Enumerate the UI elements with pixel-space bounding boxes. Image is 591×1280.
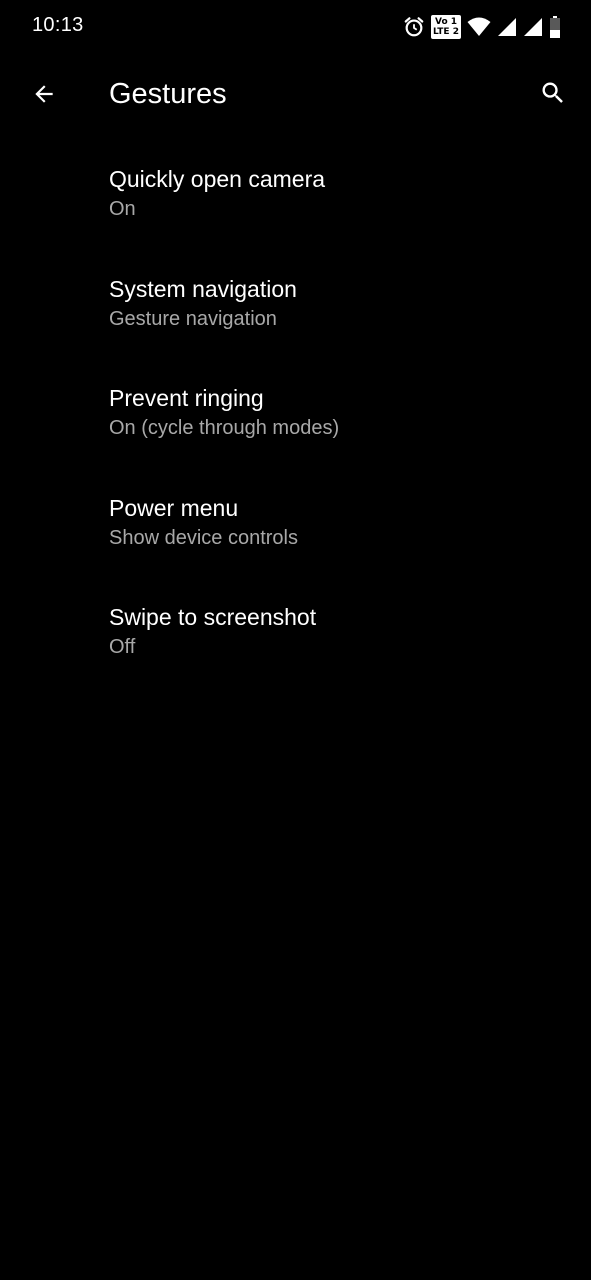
setting-title: Prevent ringing [109,385,264,411]
search-icon [539,79,567,112]
back-button[interactable] [22,74,66,118]
battery-icon [549,16,561,38]
setting-title: Swipe to screenshot [109,604,317,630]
setting-title: Power menu [109,494,239,521]
setting-summary: Gesture navigation [109,307,277,330]
setting-summary: On (cycle through modes) [109,417,340,439]
setting-power-menu[interactable]: Power menu Show device controls [0,469,591,579]
setting-swipe-to-screenshot[interactable]: Swipe to screenshot Off [0,578,591,688]
setting-system-navigation[interactable]: System navigation Gesture navigation [0,250,591,360]
volte-bottom-label: LTE 2 [433,27,459,37]
search-button[interactable] [531,73,575,117]
signal-icon-2 [523,17,543,37]
setting-summary: Show device controls [109,526,298,549]
volte-icon: Vo 1 LTE 2 [431,15,461,39]
volte-top-label: Vo 1 [434,17,458,27]
wifi-icon [467,17,491,37]
page-title: Gestures [109,78,227,110]
status-icons: Vo 1 LTE 2 [403,14,561,40]
toolbar: Gestures [0,56,591,136]
setting-title: System navigation [109,275,297,302]
setting-quickly-open-camera[interactable]: Quickly open camera On [0,140,591,250]
alarm-icon [403,16,425,38]
status-bar: 10:13 Vo 1 LTE 2 [0,0,591,56]
setting-title: Quickly open camera [109,166,326,192]
status-time: 10:13 [32,14,84,36]
signal-icon [497,17,517,37]
setting-summary: On [109,198,136,220]
settings-list: Quickly open camera On System navigation… [0,140,591,688]
setting-prevent-ringing[interactable]: Prevent ringing On (cycle through modes) [0,359,591,469]
setting-summary: Off [109,636,136,658]
arrow-back-icon [31,81,57,112]
